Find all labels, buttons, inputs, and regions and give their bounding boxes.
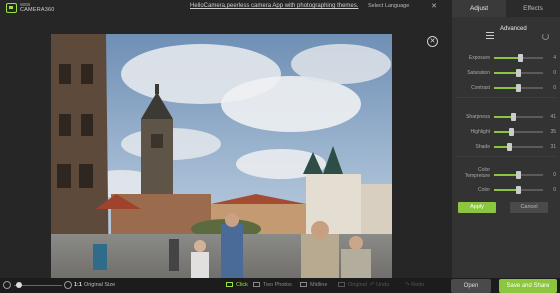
undo-button[interactable]: ↶ Undo bbox=[370, 282, 389, 288]
adjust-panel: Adjust Effects Advanced Exposure 4 Saturat… bbox=[452, 0, 560, 278]
slider-knob[interactable] bbox=[506, 143, 512, 151]
camera-logo-icon bbox=[6, 3, 17, 13]
original-size-label: Original Size bbox=[83, 282, 116, 288]
photo-close-button[interactable]: ✕ bbox=[427, 36, 438, 47]
midline-button[interactable]: Midline bbox=[300, 282, 327, 288]
advanced-section-title: Advanced bbox=[500, 26, 527, 32]
slider-label: Color Tempreture bbox=[464, 167, 490, 179]
slider-label: Color bbox=[478, 187, 490, 193]
slider-row-color: Color 0 bbox=[452, 185, 560, 195]
slider-track[interactable] bbox=[494, 113, 543, 121]
click-icon bbox=[226, 282, 233, 287]
slider-row-shade: Shade 31 bbox=[452, 142, 560, 152]
zoom-slider-knob[interactable] bbox=[16, 282, 23, 288]
slider-track[interactable] bbox=[494, 186, 543, 194]
two-photos-label: Two Photos bbox=[263, 282, 292, 288]
photo-canvas[interactable] bbox=[51, 34, 392, 290]
open-button[interactable]: Open bbox=[451, 279, 491, 293]
slider-knob[interactable] bbox=[516, 171, 521, 179]
save-and-share-button[interactable]: Save and Share bbox=[499, 279, 557, 293]
apply-button[interactable]: Apply bbox=[458, 202, 496, 213]
original-label: Original bbox=[348, 282, 367, 288]
slider-value: 4 bbox=[553, 55, 556, 61]
slider-fill bbox=[494, 87, 519, 89]
panel-tabs: Adjust Effects bbox=[452, 0, 560, 17]
click-label: Click bbox=[236, 282, 248, 288]
slider-label: Shade bbox=[475, 144, 490, 150]
two-photos-button[interactable]: Two Photos bbox=[253, 282, 292, 288]
slider-knob[interactable] bbox=[511, 113, 517, 121]
zoom-in-icon[interactable] bbox=[64, 281, 72, 289]
top-bar: WEB CAMERA360 HelloCamera,peerless camer… bbox=[0, 0, 452, 16]
slider-track[interactable] bbox=[494, 171, 543, 179]
slider-value: 35 bbox=[550, 129, 556, 135]
bottom-toolbar: 1:1 Original Size Click Two Photos Midlin… bbox=[0, 278, 560, 293]
sliders-icon[interactable] bbox=[486, 32, 494, 39]
slider-value: 31 bbox=[550, 144, 556, 150]
photo-stage: ✕ bbox=[0, 16, 452, 290]
tab-adjust[interactable]: Adjust bbox=[452, 0, 506, 17]
zoom-ratio: 1:1 bbox=[74, 282, 82, 288]
redo-button[interactable]: ↷ Redo bbox=[405, 282, 424, 288]
midline-icon bbox=[300, 282, 307, 287]
slider-row-exposure: Exposure 4 bbox=[452, 53, 560, 63]
slider-track[interactable] bbox=[494, 128, 543, 136]
slider-knob[interactable] bbox=[516, 186, 521, 194]
zoom-out-icon[interactable] bbox=[3, 281, 11, 289]
undo-label: Undo bbox=[376, 282, 390, 288]
slider-value: 0 bbox=[553, 70, 556, 76]
slider-label: Sharpness bbox=[466, 114, 490, 120]
slider-value: 0 bbox=[553, 85, 556, 91]
slider-knob[interactable] bbox=[508, 128, 514, 136]
original-button[interactable]: Original bbox=[338, 282, 367, 288]
slider-fill bbox=[494, 57, 521, 59]
slider-row-highlight: Highlight 35 bbox=[452, 127, 560, 137]
slider-fill bbox=[494, 174, 519, 176]
app-logo: WEB CAMERA360 bbox=[6, 2, 55, 15]
slider-track[interactable] bbox=[494, 84, 543, 92]
window-close-button[interactable]: ✕ bbox=[429, 1, 439, 13]
slider-value: 0 bbox=[553, 187, 556, 193]
slider-label: Highlight bbox=[470, 129, 490, 135]
reset-icon[interactable] bbox=[542, 33, 549, 40]
adjust-panel-body: Advanced Exposure 4 Saturation 0 Contrast 0 Sh… bbox=[452, 17, 560, 278]
two-photos-icon bbox=[253, 282, 260, 287]
slider-value: 41 bbox=[550, 114, 556, 120]
redo-label: Redo bbox=[411, 282, 425, 288]
promo-link[interactable]: HelloCamera,peerless camera App with pho… bbox=[190, 3, 358, 9]
slider-label: Contrast bbox=[471, 85, 490, 91]
slider-row-color-tempreture: Color Tempreture 0 bbox=[452, 167, 560, 180]
tab-effects[interactable]: Effects bbox=[506, 0, 560, 17]
slider-track[interactable] bbox=[494, 69, 543, 77]
slider-label: Exposure bbox=[468, 55, 490, 61]
logo-text-line2: CAMERA360 bbox=[20, 7, 55, 13]
slider-value: 0 bbox=[553, 172, 556, 178]
slider-row-contrast: Contrast 0 bbox=[452, 83, 560, 93]
slider-knob[interactable] bbox=[516, 69, 521, 77]
slider-track[interactable] bbox=[494, 54, 543, 62]
language-select[interactable]: Select Language bbox=[368, 3, 409, 9]
cancel-button[interactable]: Cancel bbox=[510, 202, 548, 213]
click-compare-button[interactable]: Click bbox=[226, 282, 248, 288]
section-divider bbox=[456, 97, 556, 98]
section-divider bbox=[456, 156, 556, 157]
slider-row-sharpness: Sharpness 41 bbox=[452, 112, 560, 122]
slider-fill bbox=[494, 72, 519, 74]
slider-knob[interactable] bbox=[517, 54, 523, 62]
slider-label: Saturation bbox=[467, 70, 490, 76]
slider-row-saturation: Saturation 0 bbox=[452, 68, 560, 78]
slider-knob[interactable] bbox=[516, 84, 521, 92]
slider-fill bbox=[494, 189, 519, 191]
original-size-button[interactable]: 1:1 Original Size bbox=[74, 282, 115, 288]
midline-label: Midline bbox=[310, 282, 328, 288]
original-icon bbox=[338, 282, 345, 287]
slider-track[interactable] bbox=[494, 143, 543, 151]
photo-image bbox=[51, 34, 392, 290]
